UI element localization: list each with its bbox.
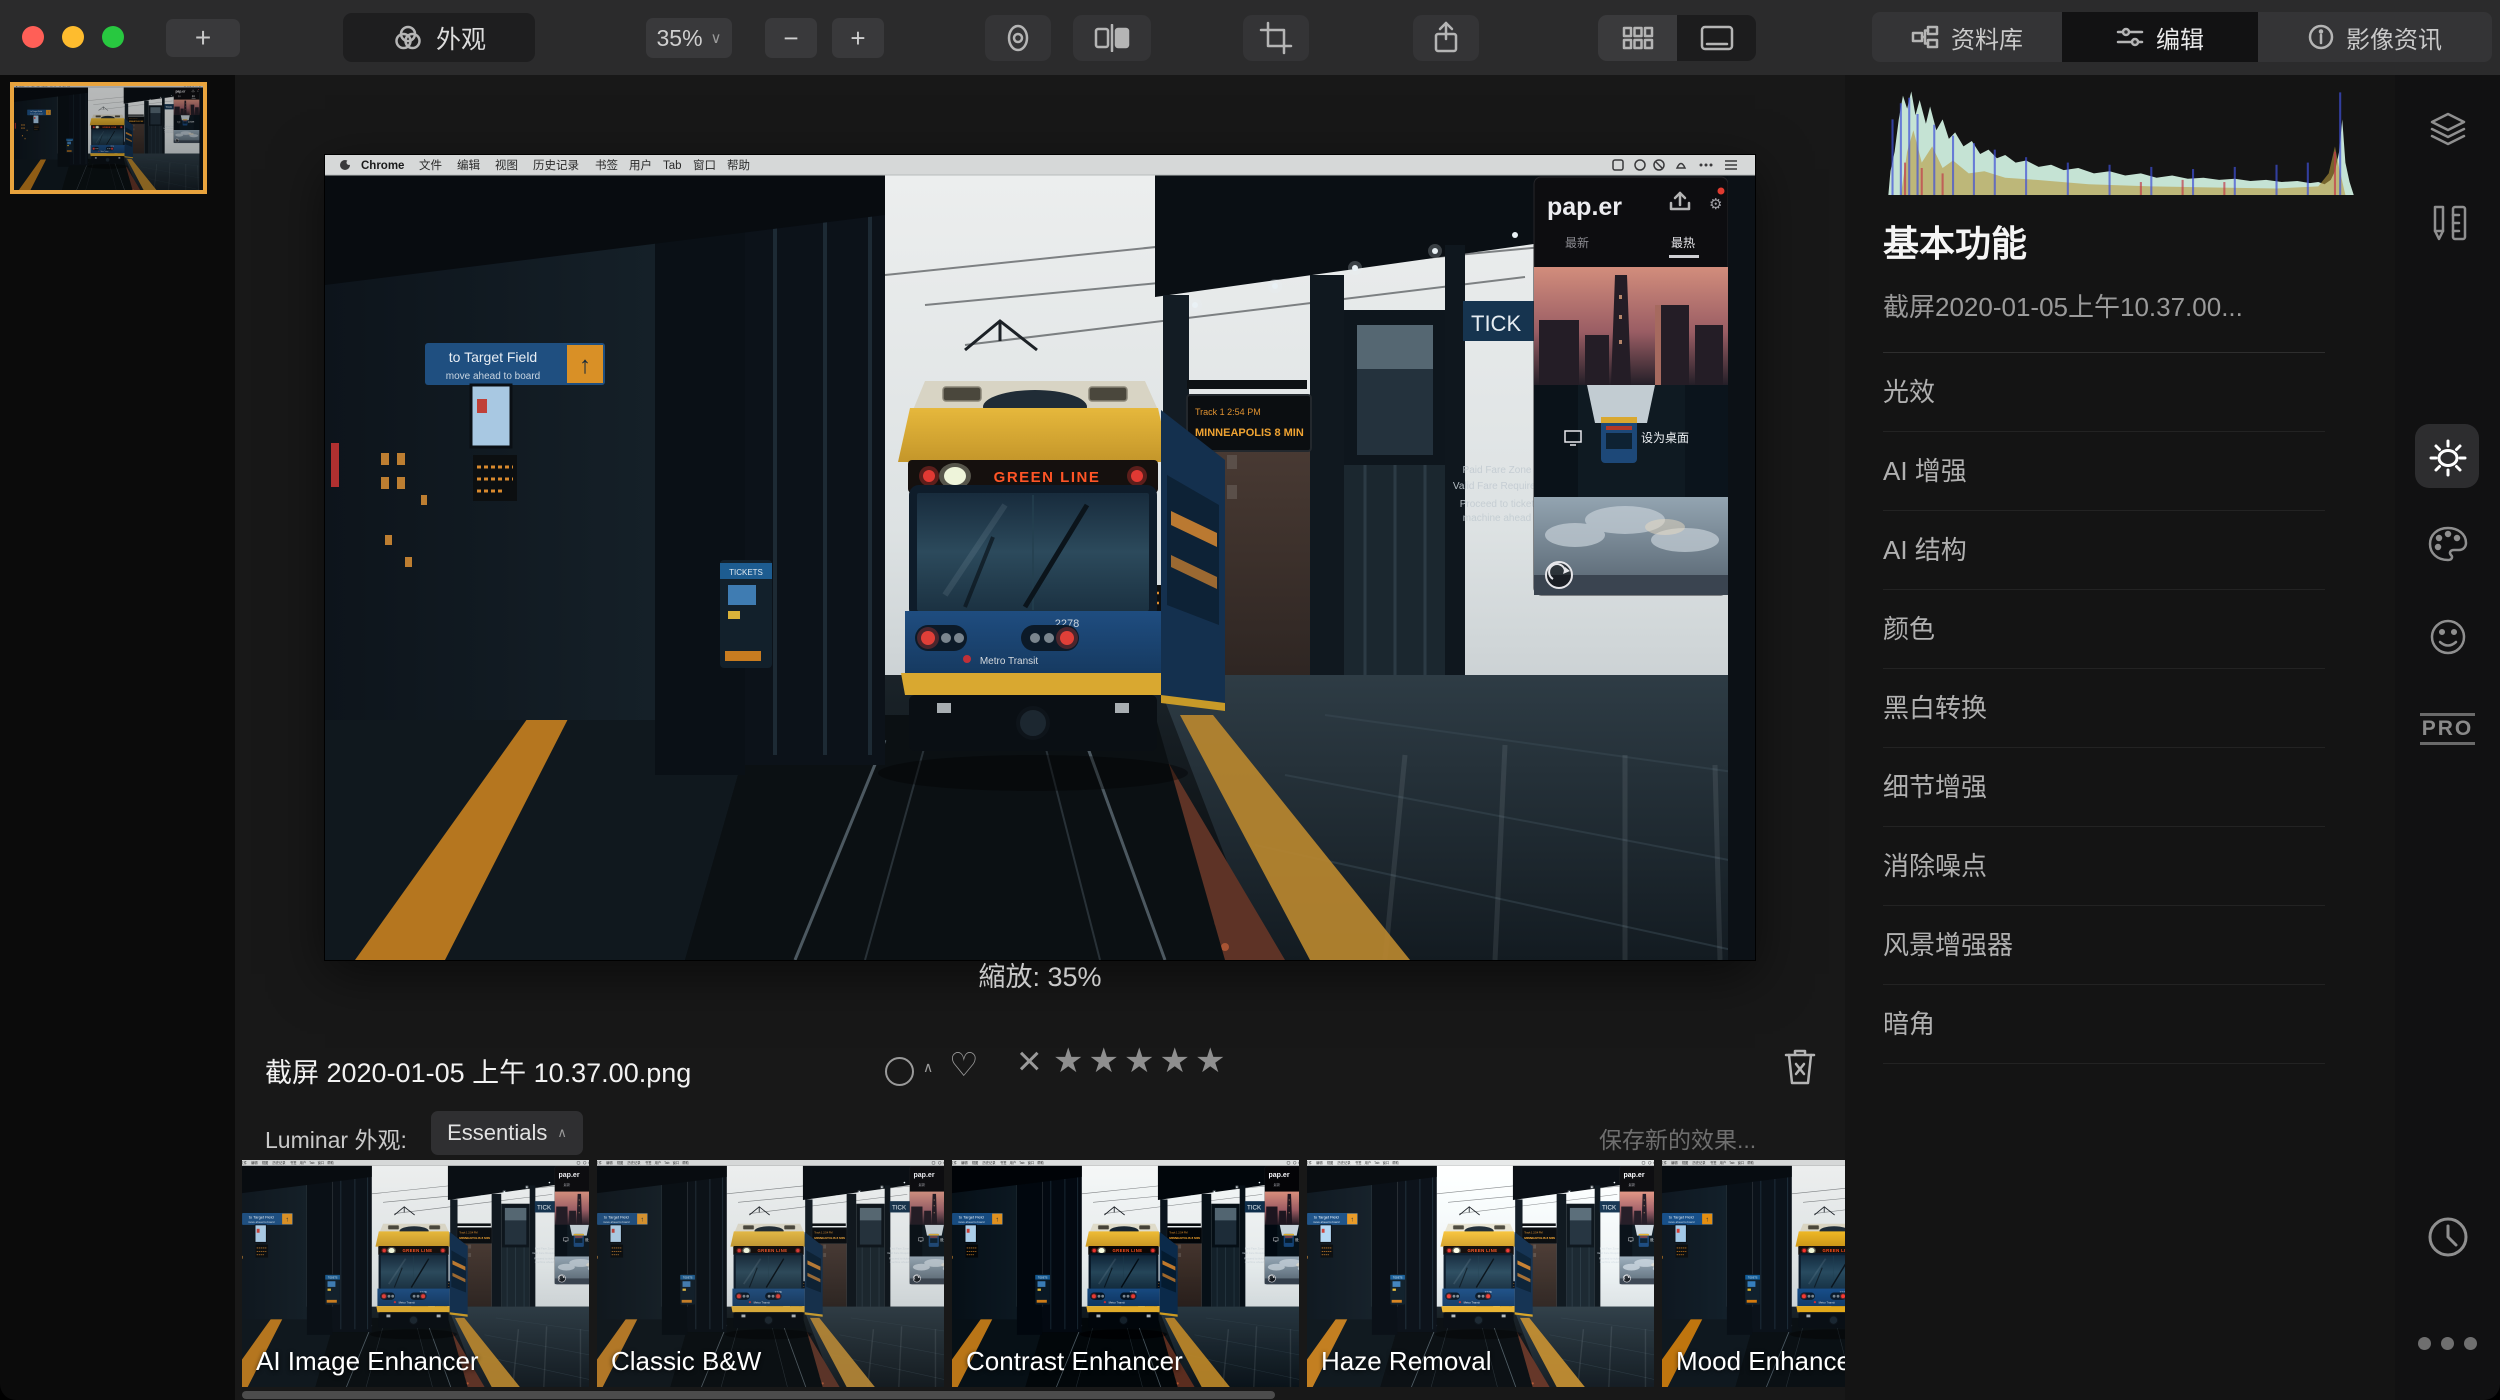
look-preset-label: Contrast Enhancer: [966, 1346, 1183, 1377]
panel-title: 基本功能: [1883, 215, 2027, 267]
export-share-button[interactable]: [1413, 15, 1479, 61]
filter-item-ai-structure[interactable]: AI 结构: [1883, 511, 2325, 590]
look-preset-label: Haze Removal: [1321, 1346, 1492, 1377]
look-preset-tile[interactable]: Classic B&W: [597, 1160, 944, 1387]
look-preset-tile[interactable]: AI Image Enhancer: [242, 1160, 589, 1387]
zoom-in-button[interactable]: +: [832, 18, 884, 58]
panel-subtitle: 截屏2020-01-05上午10.37.00...: [1883, 287, 2243, 324]
history-button[interactable]: [2395, 1215, 2500, 1259]
zoom-indicator: 縮放: 35%: [235, 955, 1845, 994]
look-preset-tile[interactable]: Contrast Enhancer: [952, 1160, 1299, 1387]
histogram: [1880, 87, 2360, 195]
filter-item-color[interactable]: 颜色: [1883, 590, 2325, 669]
look-preset-label: Mood Enhancer: [1676, 1346, 1845, 1377]
edit-panel: 基本功能 截屏2020-01-05上午10.37.00... 光效 AI 增强 …: [1845, 75, 2395, 1400]
share-icon: [1430, 21, 1462, 55]
looks-panel-button[interactable]: 外观: [343, 13, 535, 62]
pro-tools-button[interactable]: PRO: [2395, 713, 2500, 745]
pencil-ruler-icon: [2427, 203, 2469, 243]
tab-image-info[interactable]: 影像资讯: [2258, 12, 2492, 62]
color-label-button[interactable]: [885, 1057, 914, 1086]
palette-icon: [2427, 525, 2469, 563]
star-icon[interactable]: ★: [1159, 1041, 1189, 1081]
gallery-view-button[interactable]: [1598, 15, 1677, 61]
portrait-tool-button[interactable]: [2395, 617, 2500, 657]
luminar-window: to Target Field move ahead to board ↑ TI…: [0, 0, 2500, 1400]
filter-item-denoise[interactable]: 消除噪点: [1883, 827, 2325, 906]
tool-rail: PRO: [2395, 75, 2500, 1400]
pro-badge: PRO: [2420, 713, 2476, 745]
canvas-tools-button[interactable]: [2395, 203, 2500, 243]
crop-tool-button[interactable]: [1243, 15, 1309, 61]
minimize-window-button[interactable]: [62, 26, 84, 48]
add-photos-button[interactable]: +: [166, 19, 240, 57]
star-rating: ★ ★ ★ ★ ★: [1053, 1041, 1225, 1081]
crop-icon: [1259, 21, 1293, 55]
star-icon[interactable]: ★: [1195, 1041, 1225, 1081]
zoom-out-button[interactable]: −: [765, 18, 817, 58]
smiley-icon: [2428, 617, 2468, 657]
filter-item-bw-conversion[interactable]: 黑白转换: [1883, 669, 2325, 748]
look-preset-label: AI Image Enhancer: [256, 1346, 479, 1377]
star-icon[interactable]: ★: [1053, 1041, 1083, 1081]
sliders-icon: [2116, 25, 2144, 49]
layers-icon: [2428, 111, 2468, 149]
info-icon: [2308, 24, 2334, 50]
filter-list: 光效 AI 增强 AI 结构 颜色 黑白转换 细节增强 消除噪点 风景增强器 暗…: [1883, 352, 2325, 1064]
looks-venn-icon: [392, 25, 424, 51]
clear-rating-button[interactable]: ×: [1017, 1037, 1042, 1085]
layers-tool-button[interactable]: [2395, 111, 2500, 149]
look-preset-tile[interactable]: Mood Enhancer: [1662, 1160, 1845, 1387]
workspace-tabs: 资料库 编辑 影像资讯: [1872, 12, 2492, 62]
essentials-tool-button[interactable]: [2395, 437, 2500, 479]
before-after-icon: [1092, 24, 1132, 52]
quick-preview-button[interactable]: [985, 15, 1051, 61]
tab-library[interactable]: 资料库: [1872, 12, 2062, 62]
filmstrip-sidebar: [0, 75, 235, 1400]
filter-item-light[interactable]: 光效: [1883, 353, 2325, 432]
trash-icon: [1783, 1047, 1817, 1087]
creative-tool-button[interactable]: [2395, 525, 2500, 563]
photo-thumbnail-selected[interactable]: [10, 82, 207, 194]
star-icon[interactable]: ★: [1124, 1041, 1154, 1081]
more-options-button[interactable]: [2395, 1337, 2500, 1350]
fullscreen-window-button[interactable]: [102, 26, 124, 48]
delete-button[interactable]: [1783, 1047, 1817, 1092]
filename-label: 截屏 2020-01-05 上午 10.37.00.png: [265, 1051, 691, 1090]
filter-item-ai-enhance[interactable]: AI 增强: [1883, 432, 2325, 511]
luminar-looks-label: Luminar 外观:: [265, 1121, 407, 1155]
look-preset-label: Classic B&W: [611, 1346, 761, 1377]
tab-edit[interactable]: 编辑: [2062, 12, 2258, 62]
single-view-button[interactable]: [1677, 15, 1756, 61]
grid-view-icon: [1621, 25, 1655, 51]
view-mode-switch: [1598, 15, 1756, 61]
looks-collection-dropdown[interactable]: Essentials ∧: [431, 1111, 583, 1155]
color-label-caret-icon: ∧: [923, 1059, 933, 1076]
sun-icon: [2427, 437, 2469, 479]
filter-item-landscape-enhancer[interactable]: 风景增强器: [1883, 906, 2325, 985]
window-controls: [22, 26, 124, 48]
chevron-up-icon: ∧: [557, 1125, 567, 1141]
ellipsis-icon: [2418, 1337, 2477, 1350]
eye-icon: [1000, 24, 1036, 52]
favorite-button[interactable]: ♡: [949, 1045, 979, 1084]
filmstrip-scrollbar[interactable]: [242, 1391, 1275, 1399]
save-new-look-button[interactable]: 保存新的效果...: [1599, 1121, 1756, 1155]
main-photo[interactable]: [325, 155, 1755, 960]
editor-canvas: 縮放: 35% 截屏 2020-01-05 上午 10.37.00.png ∧ …: [235, 75, 1845, 1400]
star-icon[interactable]: ★: [1088, 1041, 1118, 1081]
filter-item-vignette[interactable]: 暗角: [1883, 985, 2325, 1064]
chevron-down-icon: ∨: [711, 29, 722, 47]
clock-icon: [2426, 1215, 2470, 1259]
look-preset-tile[interactable]: Haze Removal: [1307, 1160, 1654, 1387]
top-toolbar: + 外观 35% ∨ − +: [0, 0, 2500, 76]
looks-filmstrip: AI Image Enhancer Classic B&W Contrast E…: [235, 1160, 1845, 1400]
single-view-icon: [1699, 24, 1735, 52]
close-window-button[interactable]: [22, 26, 44, 48]
library-icon: [1911, 25, 1939, 49]
filter-item-details-enhancer[interactable]: 细节增强: [1883, 748, 2325, 827]
compare-before-after-button[interactable]: [1073, 15, 1151, 61]
zoom-level-dropdown[interactable]: 35% ∨: [646, 18, 732, 58]
